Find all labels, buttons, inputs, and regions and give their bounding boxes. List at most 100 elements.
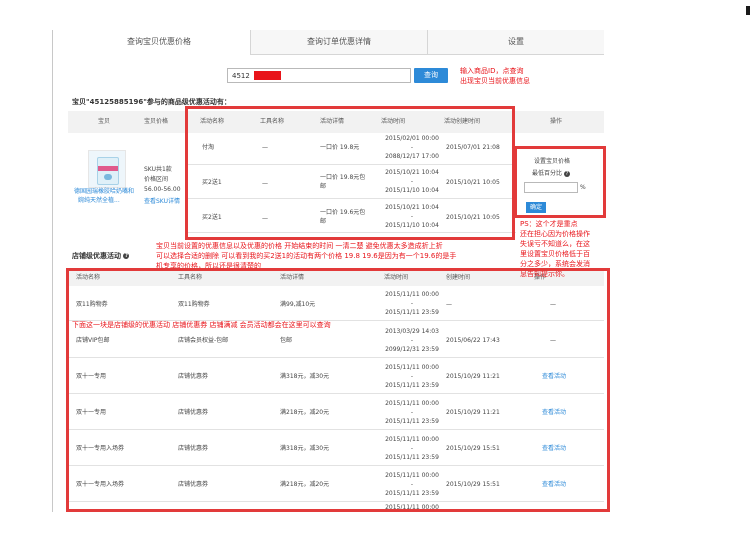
shop-time-end: 2099/12/31 23:59 <box>385 346 439 353</box>
header-tool-name: 工具名称 <box>260 118 285 125</box>
activity-created-time: 2015/07/01 21:08 <box>446 144 500 151</box>
page-left-border <box>52 30 53 512</box>
help-icon[interactable]: ? <box>563 170 570 177</box>
shop-time-end: 2015/11/11 23:59 <box>385 382 439 389</box>
tab-item-discount-price[interactable]: 查询宝贝优惠价格 <box>68 30 250 55</box>
row-divider <box>68 393 604 394</box>
shop-activity-detail: 满218元，减20元 <box>280 481 330 488</box>
activity-name: 买2送1 <box>202 214 222 221</box>
shop-created-time: 2015/10/29 15:51 <box>446 481 500 488</box>
ps-note-line: 还在担心因为价格操作 <box>520 230 590 238</box>
header-item-price: 宝贝价格 <box>144 118 169 125</box>
sku-detail-link[interactable]: 查看SKU详情 <box>144 198 180 206</box>
product-image[interactable] <box>88 150 126 188</box>
shop-time-end: 2015/11/11 23:59 <box>385 490 439 497</box>
redacted-id-mark <box>254 71 281 80</box>
header-activity-time: 活动时间 <box>381 118 406 125</box>
shop-time-start: 2013/03/29 14:03 <box>385 328 439 335</box>
shop-time-start: 2015/11/11 00:00 <box>385 291 439 298</box>
row-divider <box>68 501 604 502</box>
shop-created-time: 2015/10/29 11:21 <box>446 409 500 416</box>
shop-activity-name: 双十一专用入场券 <box>76 445 125 452</box>
activity-time-start: 2015/10/21 10:04 <box>385 204 439 211</box>
ps-note-line: 里设置宝贝价格低于百 <box>520 250 590 258</box>
shop-activity-detail: 满218元，减20元 <box>280 409 330 416</box>
tab-settings[interactable]: 设置 <box>428 30 604 54</box>
shop-time-dash: - <box>410 481 414 488</box>
shop-tool-name: 店铺优惠券 <box>178 373 209 380</box>
tab-bar: 查询宝贝优惠价格 查询订单优惠详情 设置 <box>68 30 604 55</box>
query-button[interactable]: 查询 <box>414 68 448 83</box>
shop-below-note: 下面这一块是店铺级的优惠活动 店铺优惠券 店铺满减 会员活动都会在这里可以查询 <box>72 321 331 329</box>
view-activity-link[interactable]: 查看活动 <box>542 373 566 381</box>
shop-activity-name: 双十一专用 <box>76 373 107 380</box>
min-percent-text: 最低百分比 <box>532 170 563 177</box>
product-name-line-2[interactable]: 婉纯天然全植... <box>78 197 120 205</box>
header-operation: 操作 <box>550 118 563 125</box>
row-divider <box>186 232 516 233</box>
shop-time-dash: - <box>410 337 414 344</box>
ps-note-line: 失误亏不知道么，在这 <box>520 240 590 248</box>
shop-tool-name: 店铺优惠券 <box>178 445 209 452</box>
shop-time-dash: - <box>410 445 414 452</box>
activity-time-dash: - <box>410 144 414 151</box>
shop-time-start-partial: 2015/11/11 00:00 <box>385 504 439 511</box>
activity-time-dash: - <box>410 178 414 185</box>
activity-time-end: 2088/12/17 17:00 <box>385 153 439 160</box>
tool-name: — <box>262 180 268 187</box>
shop-created-time: 2015/06/22 17:43 <box>446 337 500 344</box>
shop-activity-heading-text: 店铺级优惠活动 <box>72 252 121 260</box>
row-divider <box>68 465 604 466</box>
search-hint-line-2: 出现宝贝当前优惠信息 <box>460 77 530 85</box>
activity-time-end: 2015/11/10 10:04 <box>385 187 439 194</box>
min-percent-label: 最低百分比 ? <box>532 170 570 178</box>
shop-time-start: 2015/11/11 00:00 <box>385 400 439 407</box>
item-table-header: 宝贝 宝贝价格 活动名称 工具名称 活动详情 活动时间 活动创建时间 操作 <box>68 111 604 133</box>
activity-created-time: 2015/10/21 10:05 <box>446 179 500 186</box>
view-activity-link[interactable]: 查看活动 <box>542 409 566 417</box>
product-name-line-1[interactable]: 德国园瑞橡胶哈奶嘴和 <box>74 188 134 196</box>
header-activity-detail: 活动详情 <box>320 118 345 125</box>
shop-time-dash: - <box>410 409 414 416</box>
shop-operation: — <box>550 301 556 308</box>
view-activity-link[interactable]: 查看活动 <box>542 445 566 453</box>
shop-time-dash: - <box>410 373 414 380</box>
shop-time-start: 2015/11/11 00:00 <box>385 364 439 371</box>
shop-activity-name: 双十一专用入场券 <box>76 481 125 488</box>
search-hint-line-1: 输入商品ID，点查询 <box>460 67 524 75</box>
view-activity-link[interactable]: 查看活动 <box>542 481 566 489</box>
item-activity-heading: 宝贝"45125885196"参与的商品级优惠活动有： <box>72 98 231 106</box>
row-divider <box>68 357 604 358</box>
product-package-shape <box>97 157 119 185</box>
percent-unit: % <box>580 184 586 191</box>
activity-detail-line-2: 邮 <box>320 183 327 190</box>
shop-activity-detail: 包邮 <box>280 337 293 344</box>
shop-activity-name: 双十一专用 <box>76 409 107 416</box>
tool-name: — <box>262 144 268 151</box>
activity-time-dash: - <box>410 213 414 220</box>
activity-name: 买2送1 <box>202 179 222 186</box>
header-created-time: 创建时间 <box>446 274 471 281</box>
header-activity-name: 活动名称 <box>200 118 225 125</box>
activity-time-start: 2015/02/01 00:00 <box>385 135 439 142</box>
confirm-button[interactable]: 确定 <box>526 202 546 213</box>
ps-note-line: 息告知提示你。 <box>520 270 569 278</box>
activity-detail: 一口价 19.6元包 <box>320 209 366 216</box>
shop-created-time: 2015/10/29 11:21 <box>446 373 500 380</box>
shop-activity-detail: 满318元，减30元 <box>280 445 330 452</box>
shop-tool-name: 双11购物券 <box>178 301 210 308</box>
shop-created-time: 2015/10/29 15:51 <box>446 445 500 452</box>
row-divider <box>68 429 604 430</box>
product-sku-count: SKU共1款 <box>144 166 172 173</box>
shop-activity-detail: 满99,减10元 <box>280 301 316 308</box>
shop-activity-name: 店铺VIP包邮 <box>76 337 110 344</box>
help-icon[interactable]: ? <box>123 253 130 259</box>
tool-name: — <box>262 215 268 222</box>
activity-detail: 一口价 19.8元包 <box>320 174 366 181</box>
row-divider <box>186 164 516 165</box>
header-created-time: 活动创建时间 <box>444 118 481 125</box>
tab-order-discount-detail[interactable]: 查询订单优惠详情 <box>251 30 427 54</box>
shop-time-start: 2015/11/11 00:00 <box>385 472 439 479</box>
ps-note: PS：这个才是重点 还在担心因为价格操作 失误亏不知道么，在这 里设置宝贝价格低… <box>520 219 590 279</box>
min-percent-input[interactable] <box>524 182 578 193</box>
